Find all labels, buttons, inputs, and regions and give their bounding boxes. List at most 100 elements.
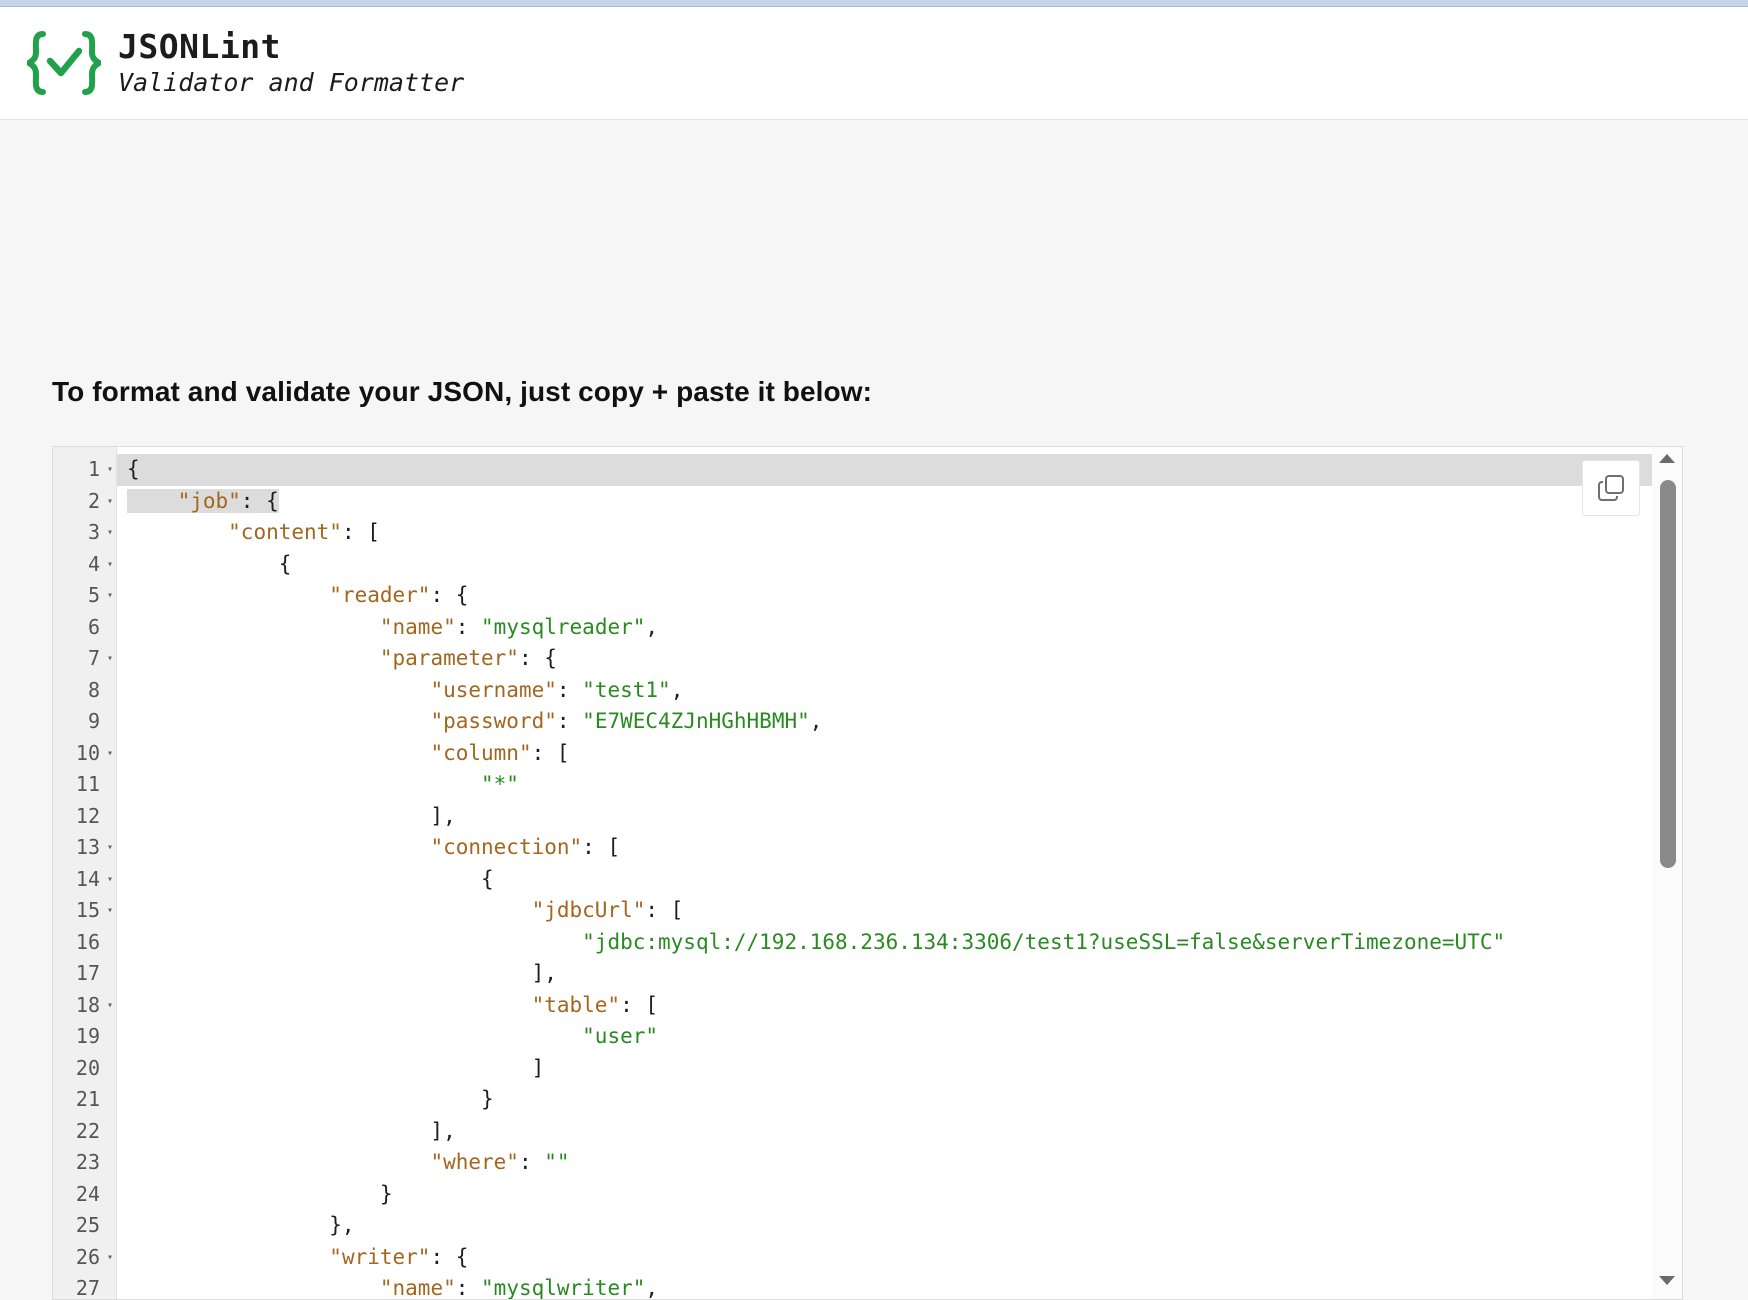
- fold-arrow-icon[interactable]: ▾: [107, 864, 113, 896]
- json-punctuation: : {: [240, 488, 279, 513]
- code-line[interactable]: ]: [117, 1053, 1682, 1085]
- code-line[interactable]: "name": "mysqlwriter",: [117, 1273, 1682, 1299]
- line-number-label: 18: [75, 992, 100, 1017]
- line-number: 11: [53, 769, 116, 801]
- fold-arrow-icon[interactable]: ▾: [107, 580, 113, 612]
- json-punctuation: [127, 709, 430, 733]
- json-punctuation: ],: [127, 961, 557, 985]
- json-punctuation: ],: [127, 1118, 456, 1143]
- line-number: 13 ▾: [53, 832, 116, 864]
- fold-arrow-icon[interactable]: ▾: [107, 738, 113, 770]
- code-line[interactable]: "connection": [: [117, 832, 1682, 864]
- json-punctuation: [127, 678, 430, 702]
- vertical-scrollbar[interactable]: [1652, 447, 1682, 1299]
- line-number: 15 ▾: [53, 895, 116, 927]
- line-number-label: 1: [87, 457, 100, 481]
- json-key: "parameter": [379, 646, 519, 670]
- json-punctuation: : [: [582, 835, 621, 859]
- code-line[interactable]: {: [117, 864, 1682, 896]
- json-punctuation: : [: [620, 992, 659, 1017]
- site-title: JSONLint: [118, 27, 281, 66]
- json-key: "username": [430, 677, 557, 702]
- json-string: "": [544, 1150, 570, 1174]
- copy-button[interactable]: [1582, 460, 1640, 516]
- copy-icon: [1598, 475, 1624, 501]
- line-number: 26 ▾: [53, 1242, 116, 1274]
- scroll-up-arrow-icon[interactable]: [1659, 454, 1675, 463]
- line-number: 6: [53, 612, 116, 644]
- json-key: "where": [430, 1150, 519, 1174]
- json-punctuation: [127, 741, 430, 765]
- code-line[interactable]: "reader": {: [117, 580, 1682, 612]
- code-line[interactable]: "password": "E7WEC4ZJnHGhHBMH",: [117, 706, 1682, 738]
- code-line[interactable]: "table": [: [117, 990, 1682, 1022]
- line-number-label: 7: [87, 646, 100, 670]
- code-line[interactable]: }: [117, 1084, 1682, 1116]
- json-punctuation: :: [556, 677, 583, 702]
- json-key: "content": [228, 520, 342, 544]
- json-punctuation: },: [127, 1213, 355, 1237]
- code-line[interactable]: "jdbcUrl": [: [117, 895, 1682, 927]
- line-number-label: 17: [75, 961, 100, 985]
- code-line[interactable]: ],: [117, 801, 1682, 833]
- code-line[interactable]: "column": [: [117, 738, 1682, 770]
- line-number: 10 ▾: [53, 738, 116, 770]
- json-punctuation: ],: [127, 803, 456, 828]
- fold-arrow-icon[interactable]: ▾: [107, 990, 113, 1022]
- json-editor[interactable]: 1 ▾ 2 ▾ 3 ▾ 4 ▾ 5 ▾ 6 7 ▾ 8 9 10 ▾ 11 12 13 ▾ 14 ▾ 15 ▾ 16 17 18 ▾ 19…: [52, 446, 1683, 1300]
- line-number-label: 21: [75, 1087, 100, 1111]
- code-line[interactable]: "user": [117, 1021, 1682, 1053]
- fold-arrow-icon[interactable]: ▾: [107, 549, 113, 581]
- code-line[interactable]: {: [117, 454, 1682, 486]
- line-number: 18 ▾: [53, 990, 116, 1022]
- json-string: "mysqlreader": [481, 614, 646, 639]
- code-area[interactable]: { "job": { "content": [ { "reader": { "n…: [117, 454, 1682, 1299]
- code-line[interactable]: },: [117, 1210, 1682, 1242]
- json-key: "column": [430, 740, 532, 765]
- fold-arrow-icon[interactable]: ▾: [107, 832, 113, 864]
- fold-arrow-icon[interactable]: ▾: [107, 454, 113, 486]
- json-string: "test1": [582, 677, 671, 702]
- code-line[interactable]: "name": "mysqlreader",: [117, 612, 1682, 644]
- json-punctuation: {: [127, 551, 292, 576]
- code-line[interactable]: "content": [: [117, 517, 1682, 549]
- json-key: "connection": [430, 835, 583, 859]
- line-number-label: 10: [75, 740, 100, 765]
- json-key: "writer": [329, 1244, 431, 1269]
- line-number: 3 ▾: [53, 517, 116, 549]
- fold-arrow-icon[interactable]: ▾: [107, 643, 113, 675]
- braces-check-icon[interactable]: [27, 30, 101, 96]
- code-line[interactable]: "jdbc:mysql://192.168.236.134:3306/test1…: [117, 927, 1682, 959]
- fold-arrow-icon[interactable]: ▾: [107, 517, 113, 549]
- code-line[interactable]: "writer": {: [117, 1242, 1682, 1274]
- code-line[interactable]: "username": "test1",: [117, 675, 1682, 707]
- code-line[interactable]: }: [117, 1179, 1682, 1211]
- json-punctuation: [127, 835, 430, 859]
- line-number: 2 ▾: [53, 486, 116, 518]
- json-punctuation: :: [518, 1150, 545, 1174]
- instruction-heading: To format and validate your JSON, just c…: [52, 376, 873, 407]
- scrollbar-thumb[interactable]: [1660, 480, 1676, 868]
- code-line[interactable]: "where": "": [117, 1147, 1682, 1179]
- line-number-label: 25: [75, 1213, 100, 1237]
- code-line[interactable]: "parameter": {: [117, 643, 1682, 675]
- code-line[interactable]: "job": {: [117, 486, 1682, 518]
- json-punctuation: {: [127, 457, 140, 481]
- brand[interactable]: JSONLint Validator and Formatter: [118, 28, 464, 98]
- code-line[interactable]: ],: [117, 958, 1682, 990]
- line-number-label: 3: [87, 520, 100, 544]
- scroll-down-arrow-icon[interactable]: [1659, 1276, 1675, 1285]
- json-key: "password": [430, 709, 557, 733]
- code-line[interactable]: {: [117, 549, 1682, 581]
- line-number: 21: [53, 1084, 116, 1116]
- code-line[interactable]: "*": [117, 769, 1682, 801]
- fold-arrow-icon[interactable]: ▾: [107, 895, 113, 927]
- code-line[interactable]: ],: [117, 1116, 1682, 1148]
- line-number: 16: [53, 927, 116, 959]
- json-key: "reader": [329, 583, 431, 607]
- fold-arrow-icon[interactable]: ▾: [107, 486, 113, 518]
- json-punctuation: : [: [341, 520, 380, 544]
- fold-arrow-icon[interactable]: ▾: [107, 1242, 113, 1274]
- line-number-label: 13: [75, 835, 100, 859]
- browser-top-edge: [0, 0, 1748, 7]
